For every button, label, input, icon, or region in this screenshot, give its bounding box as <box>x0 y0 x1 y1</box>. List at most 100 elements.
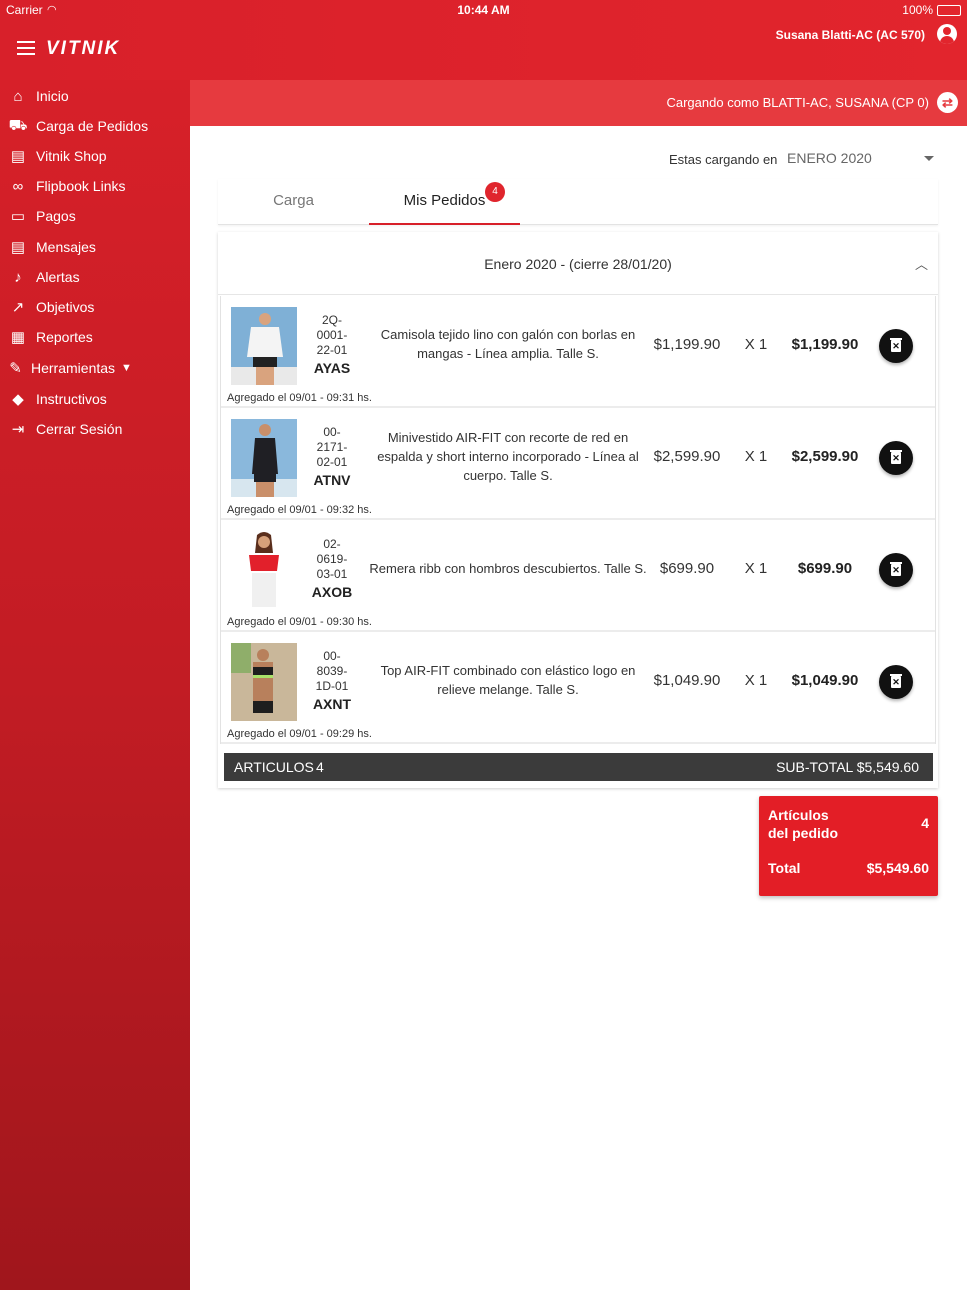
user-name: Susana Blatti-AC (AC 570) <box>775 28 925 42</box>
loading-as-text: Cargando como BLATTI-AC, SUSANA (CP 0) <box>666 95 929 110</box>
delete-item-button[interactable]: ✕ <box>879 441 913 475</box>
period-value: ENERO 2020 <box>787 150 872 166</box>
menu-icon[interactable] <box>17 41 35 55</box>
order-item: 00- 2171- 02-01 ATNV Minivestido AIR-FIT… <box>221 408 935 520</box>
line-total: $2,599.90 <box>791 448 859 465</box>
sidebar: ⌂ Inicio ⛟ Carga de Pedidos ▤ Vitnik Sho… <box>0 80 190 1290</box>
trending-up-icon: ↗ <box>11 299 25 316</box>
articles-count: 4 <box>316 759 324 775</box>
sidebar-item-herramientas[interactable]: ✎ Herramientas ▼ <box>0 354 190 382</box>
store-icon: ▤ <box>10 148 26 165</box>
product-code-line: 1D-01 <box>315 679 349 693</box>
sidebar-item-carga-pedidos[interactable]: ⛟ Carga de Pedidos <box>0 112 190 140</box>
delete-item-button[interactable]: ✕ <box>879 665 913 699</box>
unit-price: $1,049.90 <box>653 672 721 689</box>
graduation-cap-icon: ◆ <box>12 391 24 408</box>
chevron-up-icon[interactable]: ︿ <box>915 254 928 273</box>
model-top <box>252 438 278 474</box>
quantity: X 1 <box>744 448 768 465</box>
added-date: Agregado el 09/01 - 09:32 hs. <box>227 504 372 516</box>
sidebar-item-label: Inicio <box>36 88 69 104</box>
sidebar-item-label: Cerrar Sesión <box>36 421 123 437</box>
period-label: Estas cargando en <box>669 152 778 167</box>
product-description-text: Minivestido AIR-FIT con recorte de red e… <box>377 429 639 483</box>
delete-item-button[interactable]: ✕ <box>879 553 913 587</box>
sidebar-item-pagos[interactable]: ▭ Pagos <box>0 202 190 230</box>
sidebar-item-inicio[interactable]: ⌂ Inicio <box>0 82 190 110</box>
line-total: $1,049.90 <box>791 672 859 689</box>
period-select[interactable]: ENERO 2020 <box>787 150 938 170</box>
tab-bar: Carga Mis Pedidos 4 <box>218 179 938 225</box>
product-code-line: 03-01 <box>316 567 348 581</box>
unit-price: $1,199.90 <box>653 336 721 353</box>
message-icon: ▤ <box>10 239 26 256</box>
added-date: Agregado el 09/01 - 09:30 hs. <box>227 616 372 628</box>
sidebar-item-flipbook-links[interactable]: ∞ Flipbook Links <box>0 172 190 200</box>
battery-percent: 100% <box>902 3 933 17</box>
battery-icon <box>937 5 961 16</box>
model-bottom <box>253 701 273 713</box>
sidebar-item-reportes[interactable]: ▦ Reportes <box>0 323 190 351</box>
product-sku: ATNV <box>313 472 351 488</box>
totals-articles-count: 4 <box>921 815 929 831</box>
articles-label: ARTICULOS <box>234 759 314 775</box>
product-code-line: 00- <box>323 425 341 439</box>
order-item: 02- 0619- 03-01 AXOB Remera ribb con hom… <box>221 520 935 632</box>
cart-icon: ⛟ <box>8 116 28 134</box>
product-code: 00- 8039- 1D-01 AXNT <box>305 649 359 712</box>
model-legs <box>256 482 274 497</box>
tab-carga[interactable]: Carga <box>218 179 369 225</box>
product-code-line: 0619- <box>316 552 348 566</box>
order-items: 2Q- 0001- 22-01 AYAS Camisola tejido lin… <box>220 296 936 744</box>
model-legs <box>256 367 274 385</box>
sidebar-item-label: Mensajes <box>36 239 96 255</box>
product-description: Remera ribb con hombros descubiertos. Ta… <box>365 520 651 616</box>
delete-item-button[interactable]: ✕ <box>879 329 913 363</box>
sidebar-item-alertas[interactable]: ♪ Alertas <box>0 263 190 291</box>
product-description-text: Top AIR-FIT combinado con elástico logo … <box>380 663 636 697</box>
unit-price: $699.90 <box>659 560 715 577</box>
model-top <box>247 327 283 357</box>
clipboard-icon: ▦ <box>10 329 26 346</box>
product-image <box>231 531 297 609</box>
product-sku: AXOB <box>311 584 353 600</box>
status-bar: Carrier ◠ 10:44 AM 100% <box>0 0 967 20</box>
totals-articles-label-line: del pedido <box>768 825 838 841</box>
model-head <box>258 536 270 548</box>
model-head <box>259 424 271 436</box>
product-code: 2Q- 0001- 22-01 AYAS <box>305 313 359 376</box>
product-code-line: 8039- <box>316 664 348 678</box>
quantity: X 1 <box>744 672 768 689</box>
model-head <box>259 313 271 325</box>
link-icon: ∞ <box>12 177 24 195</box>
product-image <box>231 419 297 497</box>
product-sku: AYAS <box>313 360 351 376</box>
product-description: Minivestido AIR-FIT con recorte de red e… <box>365 408 651 504</box>
wrench-icon: ✎ <box>9 360 22 377</box>
swap-user-icon[interactable]: ⇄ <box>937 92 958 113</box>
totals-articles-label: Artículos del pedido <box>768 806 838 842</box>
product-code-line: 2Q- <box>321 313 342 327</box>
month-header[interactable]: Enero 2020 - (cierre 28/01/20) ︿ <box>218 232 938 295</box>
account-icon[interactable] <box>937 24 957 44</box>
photo-foliage <box>231 643 251 673</box>
quantity: X 1 <box>744 336 768 353</box>
model-bottom <box>252 573 276 607</box>
bell-icon: ♪ <box>14 268 22 286</box>
added-date: Agregado el 09/01 - 09:29 hs. <box>227 728 372 740</box>
product-code: 00- 2171- 02-01 ATNV <box>305 425 359 488</box>
sidebar-item-cerrar-sesion[interactable]: ⇥ Cerrar Sesión <box>0 415 190 443</box>
product-code-line: 00- <box>323 649 341 663</box>
product-sku: AXNT <box>312 696 352 712</box>
model-top-accent <box>253 675 273 678</box>
added-date: Agregado el 09/01 - 09:31 hs. <box>227 392 372 404</box>
sidebar-item-mensajes[interactable]: ▤ Mensajes <box>0 233 190 261</box>
sidebar-item-vitnik-shop[interactable]: ▤ Vitnik Shop <box>0 142 190 170</box>
sidebar-item-instructivos[interactable]: ◆ Instructivos <box>0 385 190 413</box>
order-item: 00- 8039- 1D-01 AXNT Top AIR-FIT combina… <box>221 632 935 744</box>
sidebar-item-objetivos[interactable]: ↗ Objetivos <box>0 293 190 321</box>
sidebar-item-label: Herramientas <box>31 360 116 376</box>
product-code: 02- 0619- 03-01 AXOB <box>305 537 359 600</box>
sidebar-item-label: Vitnik Shop <box>36 148 107 164</box>
product-code-line: 22-01 <box>316 343 348 357</box>
